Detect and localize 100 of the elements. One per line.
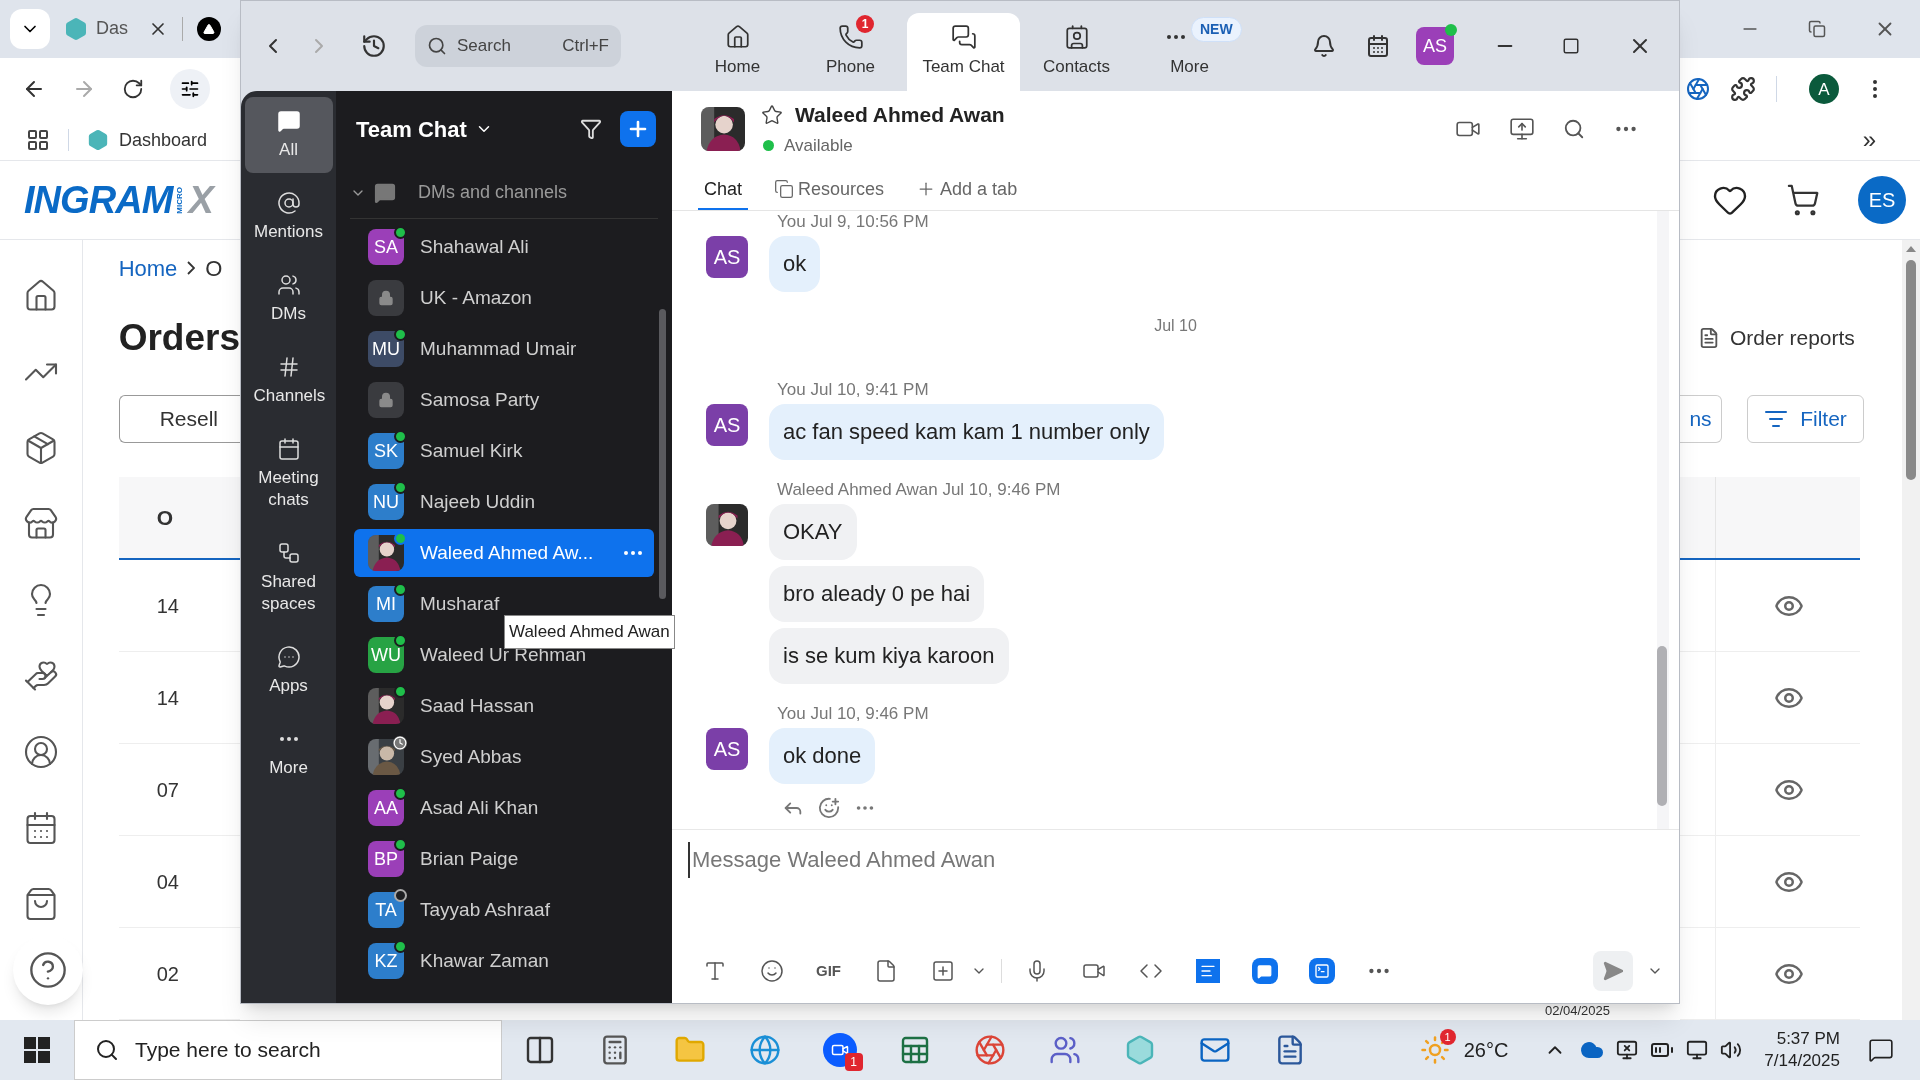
- restore-icon[interactable]: [1808, 19, 1826, 38]
- maximize-icon[interactable]: [1562, 37, 1580, 55]
- windows-logo-icon[interactable]: [24, 1037, 50, 1063]
- search-field[interactable]: Search Ctrl+F: [415, 25, 621, 67]
- history-icon[interactable]: [361, 33, 387, 59]
- app-icon[interactable]: [1251, 958, 1278, 984]
- phone-icon: [837, 24, 864, 51]
- sidebar-tab[interactable]: Mentions: [244, 179, 333, 255]
- conversation-item[interactable]: Saad Hassan: [354, 682, 654, 730]
- sidebar-tab[interactable]: More: [244, 715, 333, 791]
- network-icon[interactable]: [1686, 1039, 1709, 1061]
- volume-icon[interactable]: [1720, 1039, 1743, 1061]
- filter-button[interactable]: Filter: [1747, 395, 1864, 443]
- nav-tab[interactable]: NEW More: [1133, 13, 1246, 91]
- emoji-icon[interactable]: [759, 959, 784, 983]
- hexagon-icon: [64, 16, 88, 41]
- chat-tab[interactable]: Add a tab: [910, 170, 1024, 210]
- bell-icon[interactable]: [1312, 34, 1336, 58]
- monitor-icon[interactable]: [1616, 1039, 1639, 1061]
- store-icon[interactable]: [22, 506, 59, 542]
- bookmark[interactable]: Dashboard: [87, 126, 208, 154]
- bookmarks-overflow[interactable]: »: [1862, 122, 1876, 159]
- nav-tab[interactable]: Home: [681, 13, 794, 91]
- sidebar-tab[interactable]: Channels: [244, 343, 333, 419]
- logo-text: INGRAM: [24, 180, 173, 219]
- house-icon: [724, 24, 751, 51]
- video-app-icon[interactable]: [822, 1033, 857, 1067]
- scroll-up-arrow-icon[interactable]: [1906, 246, 1916, 252]
- search-icon[interactable]: [1563, 117, 1585, 140]
- conversation-item[interactable]: Syed Abbas: [354, 733, 654, 781]
- add-reaction-icon[interactable]: [818, 797, 840, 819]
- panel-title[interactable]: Team Chat: [356, 112, 467, 146]
- conversation-item[interactable]: UK - Amazon: [354, 274, 654, 322]
- apps-grid-icon[interactable]: [26, 128, 50, 153]
- conversation-item[interactable]: TA Tayyab Ashraaf: [354, 886, 654, 934]
- toolbar-button[interactable]: ns: [1680, 395, 1722, 443]
- nav-tab[interactable]: Team Chat: [907, 13, 1020, 91]
- breadcrumb-link[interactable]: Home: [118, 251, 178, 285]
- site-settings-button[interactable]: [170, 69, 210, 110]
- screenshot-icon[interactable]: [930, 959, 955, 983]
- conversation-item[interactable]: SK Samuel Kirk: [354, 427, 654, 475]
- calendar-icon[interactable]: [1366, 34, 1390, 58]
- profile-avatar[interactable]: A: [1809, 74, 1839, 105]
- ellipsis-icon[interactable]: [279, 737, 298, 741]
- scrollbar-thumb[interactable]: [1657, 646, 1667, 806]
- sidebar-tab[interactable]: Shared spaces: [244, 529, 333, 627]
- weather-icon[interactable]: [1419, 1035, 1450, 1065]
- app-icon[interactable]: [1308, 958, 1335, 984]
- send-button[interactable]: [1593, 951, 1633, 991]
- send-icon[interactable]: [1602, 960, 1624, 982]
- share-screen-icon[interactable]: [1509, 115, 1535, 142]
- sidebar-tab[interactable]: All: [244, 97, 333, 173]
- star-icon[interactable]: [761, 103, 783, 126]
- sidebar-tab[interactable]: DMs: [244, 261, 333, 337]
- gif-button[interactable]: GIF: [800, 959, 857, 983]
- user-icon[interactable]: [22, 734, 59, 770]
- scrollbar-thumb[interactable]: [1906, 260, 1916, 480]
- new-chat-button[interactable]: [620, 111, 656, 147]
- aperture-icon[interactable]: [973, 1034, 1006, 1066]
- order-reports-link[interactable]: Order reports: [1680, 296, 1902, 380]
- chat-tab[interactable]: Chat: [698, 170, 749, 210]
- scrollbar-thumb[interactable]: [659, 309, 666, 599]
- people-icon[interactable]: [1048, 1034, 1081, 1066]
- message-bubble: is se kum kiya karoon: [769, 628, 1009, 684]
- conversation-item[interactable]: KZ Khawar Zaman: [354, 937, 654, 985]
- sidebar-tab[interactable]: Apps: [244, 633, 333, 709]
- sidebar-tab[interactable]: Meeting chats: [244, 425, 333, 523]
- conversation-name: UK - Amazon: [420, 285, 532, 310]
- conversation-item[interactable]: SA Shahawal Ali: [354, 223, 654, 271]
- conversation-item[interactable]: AA Asad Ali Khan: [354, 784, 654, 832]
- conversation-item[interactable]: BP Brian Paige: [354, 835, 654, 883]
- more-icon[interactable]: [624, 551, 642, 555]
- conversation-item[interactable]: MU Muhammad Umair: [354, 325, 654, 373]
- conversation-name: Khawar Zaman: [420, 948, 549, 973]
- aperture-icon[interactable]: [1686, 77, 1710, 102]
- sliders-icon[interactable]: [180, 79, 200, 100]
- chat-bubbles-icon: [950, 24, 977, 51]
- user-avatar[interactable]: AS: [1416, 27, 1454, 65]
- conversation-item[interactable]: Samosa Party: [354, 376, 654, 424]
- section-header[interactable]: DMs and channels: [350, 167, 658, 219]
- conversation-item[interactable]: Waleed Ahmed Aw...: [354, 529, 654, 577]
- notification-icon[interactable]: [1868, 1037, 1894, 1063]
- filter-icon[interactable]: [580, 118, 602, 140]
- table-cell: 02/04/2025: [1544, 1004, 1610, 1020]
- cart-icon[interactable]: [1786, 182, 1820, 217]
- nav-tab[interactable]: Contacts: [1020, 13, 1133, 91]
- avatar: TA: [368, 892, 404, 928]
- app-icon[interactable]: [1195, 959, 1220, 983]
- message-field[interactable]: Message Waleed Ahmed Awan: [688, 842, 1663, 878]
- chat-tab[interactable]: Resources: [768, 170, 891, 210]
- globe-icon[interactable]: [748, 1034, 781, 1066]
- account-avatar[interactable]: ES: [1858, 175, 1906, 224]
- nav-tab[interactable]: 1 Phone: [794, 13, 907, 91]
- avatar: MI: [368, 586, 404, 622]
- ellipsis-icon[interactable]: [1166, 35, 1185, 40]
- reload-icon[interactable]: [122, 78, 144, 101]
- conversation-item[interactable]: NU Najeeb Uddin: [354, 478, 654, 526]
- help-icon[interactable]: [28, 950, 68, 990]
- puzzle-icon[interactable]: [1730, 76, 1756, 103]
- taskbar-search-field[interactable]: Type here to search: [74, 1020, 502, 1080]
